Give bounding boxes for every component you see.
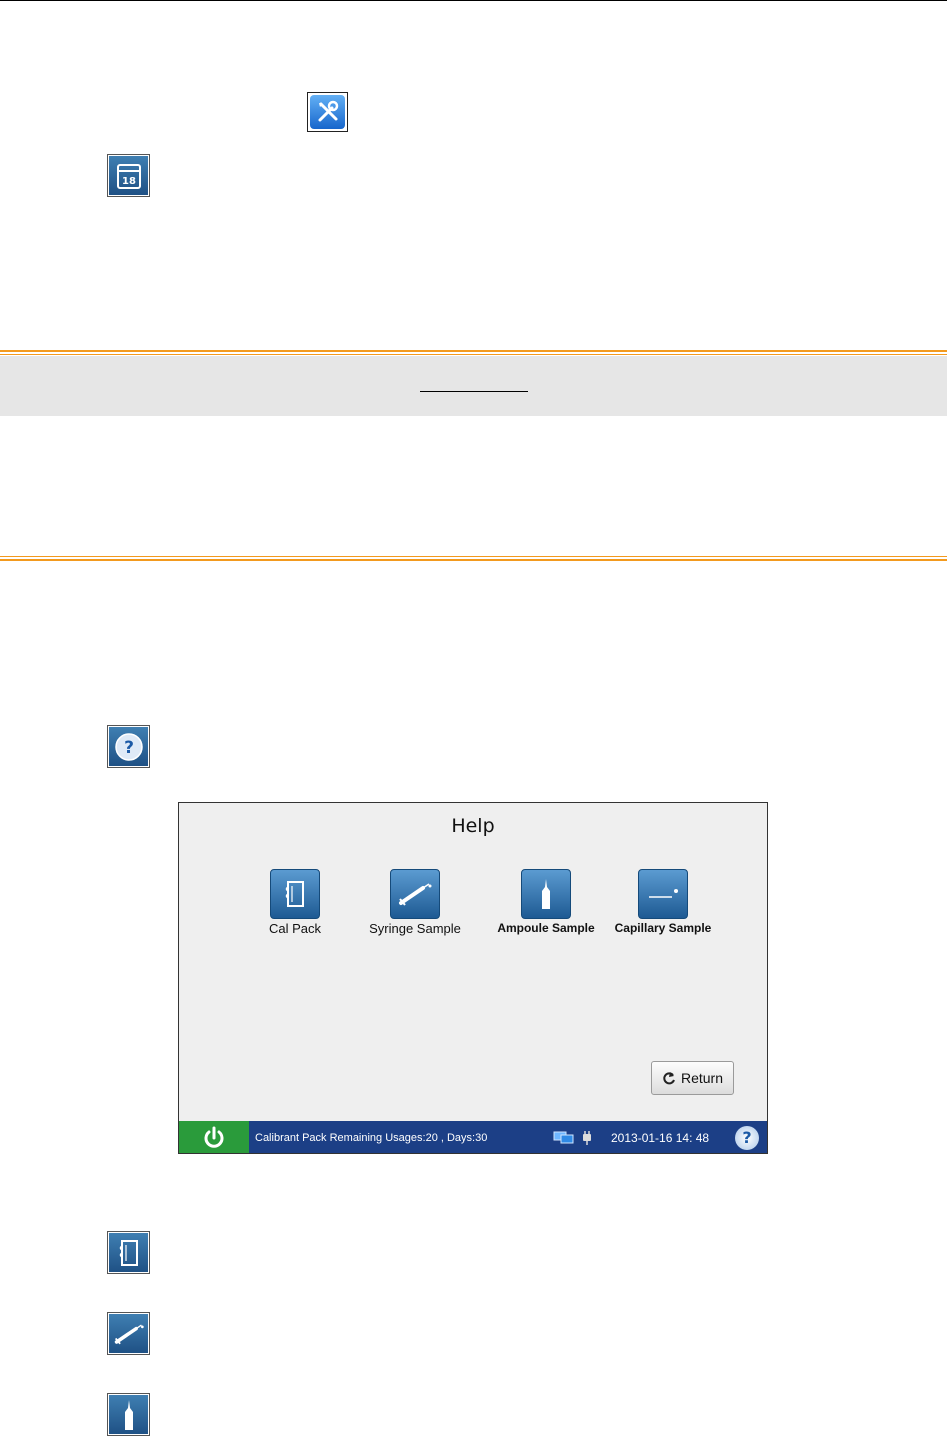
cal-pack-icon[interactable] xyxy=(270,869,320,919)
help-screen-title: Help xyxy=(451,815,495,837)
caution-bottom-rule-thin xyxy=(0,556,947,557)
status-datetime: 2013-01-16 14: 48 xyxy=(611,1130,710,1145)
status-bar: Calibrant Pack Remaining Usages:20 , Day… xyxy=(179,1121,767,1153)
cal-pack-icon xyxy=(107,1231,150,1274)
calendar-day-text: 18 xyxy=(122,176,136,187)
status-icons xyxy=(553,1130,611,1146)
calibrant-status-text: Calibrant Pack Remaining Usages:20 , Day… xyxy=(255,1131,488,1144)
capillary-icon[interactable] xyxy=(638,869,688,919)
capillary-sample-tile[interactable]: Capillary Sample xyxy=(588,869,738,935)
capillary-sample-label: Capillary Sample xyxy=(614,921,712,935)
ampoule-icon xyxy=(107,1393,150,1436)
svg-text:?: ? xyxy=(124,738,134,758)
caution-top-rule-thin xyxy=(0,354,947,355)
power-plug-icon xyxy=(583,1130,591,1145)
calendar-icon: 18 xyxy=(107,154,150,197)
help-icon: ? xyxy=(107,725,150,768)
caution-heading-underline xyxy=(420,391,528,392)
status-help-button[interactable]: ? xyxy=(735,1125,759,1150)
syringe-icon xyxy=(107,1312,150,1355)
caution-bottom-rule xyxy=(0,559,947,561)
caution-band xyxy=(0,356,947,416)
help-screen: Help Cal Pack Syringe Sample Ampoule Sam… xyxy=(178,802,768,1154)
syringe-sample-label: Syringe Sample xyxy=(369,921,461,936)
tools-icon xyxy=(307,92,348,132)
network-icon xyxy=(553,1131,574,1143)
status-help-glyph: ? xyxy=(742,1128,752,1147)
syringe-sample-tile[interactable]: Syringe Sample xyxy=(340,869,490,936)
caution-top-rule xyxy=(0,350,947,352)
power-button[interactable] xyxy=(179,1121,249,1153)
power-icon xyxy=(204,1126,224,1148)
return-label: Return xyxy=(680,1070,724,1086)
page-top-rule xyxy=(0,0,947,1)
return-arrow-icon xyxy=(663,1072,675,1085)
ampoule-icon[interactable] xyxy=(521,869,571,919)
syringe-icon[interactable] xyxy=(390,869,440,919)
return-button[interactable]: Return xyxy=(651,1061,734,1095)
